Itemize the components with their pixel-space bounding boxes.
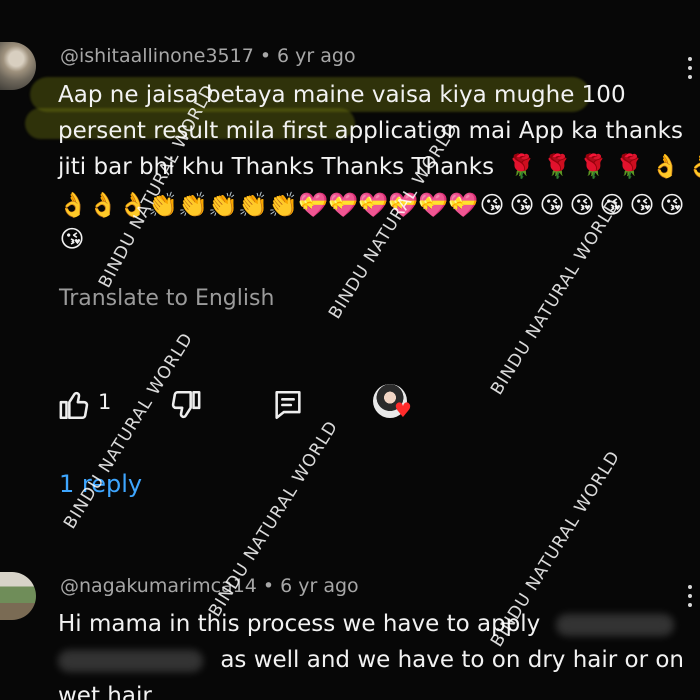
emoji-row: 😘 (58, 224, 86, 254)
comment-text-line: jiti bar bhi khu Thanks Thanks Thanks 🌹 … (58, 150, 700, 184)
emoji: 👏 (178, 191, 208, 219)
comment-text-line: as well and we have to on dry hair or on (58, 643, 684, 677)
watermark: BINDU NATURAL WORLD (60, 329, 198, 533)
emoji: 😘 (479, 191, 505, 219)
more-vertical-icon (688, 585, 692, 589)
emoji: 💝 (358, 191, 388, 219)
emoji: 👏 (148, 191, 178, 219)
emoji: 👏 (208, 191, 238, 219)
emoji-row: 👌 👌 👌 👏 👏 👏 👏 👏 💝 💝 💝 💝 💝 💝 😘 😘 😘 😘 😘 😘 … (58, 190, 686, 220)
youtube-comments-screen: @ishitaallinone3517 • 6 yr ago Aap ne jais… (0, 0, 700, 700)
emoji-ok-hand: 👌 (651, 154, 680, 180)
emoji: 💝 (388, 191, 418, 219)
emoji: 😘 (659, 191, 685, 219)
author-avatar[interactable] (0, 42, 36, 90)
translate-link[interactable]: Translate to English (59, 286, 274, 311)
emoji-ok-hand: 👌 (687, 154, 700, 180)
meta-separator: • (262, 575, 275, 597)
more-vertical-icon (688, 57, 692, 61)
more-vertical-icon (688, 66, 692, 70)
comment-icon (275, 390, 301, 420)
emoji-rose: 🌹 (507, 154, 536, 180)
emoji: 😘 (59, 225, 85, 253)
heart-icon: ♥ (394, 398, 412, 422)
emoji: 👌 (88, 191, 118, 219)
thumb-down-icon (171, 390, 201, 419)
reply-button[interactable] (271, 388, 305, 422)
emoji: 💝 (418, 191, 448, 219)
emoji: 👏 (268, 191, 298, 219)
comment-author[interactable]: @ishitaallinone3517 (60, 45, 254, 67)
view-replies-link[interactable]: 1 reply (59, 470, 142, 498)
blurred-text (58, 649, 203, 672)
author-avatar[interactable] (0, 572, 36, 620)
comment-actions: 1 ♥ (58, 384, 438, 424)
emoji: 😘 (599, 191, 625, 219)
like-count: 1 (98, 390, 112, 414)
more-vertical-icon (688, 603, 692, 607)
more-vertical-icon (688, 594, 692, 598)
more-options-button[interactable] (688, 585, 694, 612)
emoji: 👌 (118, 191, 148, 219)
emoji: 👏 (238, 191, 268, 219)
emoji: 😘 (539, 191, 565, 219)
comment-author[interactable]: @nagakumarimca14 (60, 575, 257, 597)
emoji: 😘 (629, 191, 655, 219)
comment-text: Hi mama in this process we have to apply (58, 611, 541, 637)
comment-meta: @nagakumarimca14 • 6 yr ago (60, 575, 359, 597)
comment-text-line: Hi mama in this process we have to apply (58, 607, 674, 641)
blurred-text (555, 613, 674, 636)
comment-text-line: persent result mila first application ma… (58, 118, 683, 144)
emoji: 💝 (298, 191, 328, 219)
emoji: 💝 (328, 191, 358, 219)
emoji: 😘 (569, 191, 595, 219)
comment-text-line: Aap ne jaisa betaya maine vaisa kiya mug… (58, 82, 626, 108)
thumb-up-icon (59, 391, 89, 420)
emoji-inline: 🌹 🌹 🌹 🌹 👌 👌 (507, 154, 700, 180)
like-button[interactable] (58, 388, 92, 422)
emoji-rose: 🌹 (579, 154, 608, 180)
comment-text-line: wet hair (58, 683, 152, 700)
comment-age: 6 yr ago (280, 575, 359, 597)
comment-text: as well and we have to on dry hair or on (220, 647, 685, 673)
emoji-rose: 🌹 (615, 154, 644, 180)
emoji-rose: 🌹 (543, 154, 572, 180)
comment-meta: @ishitaallinone3517 • 6 yr ago (60, 45, 356, 67)
dislike-button[interactable] (168, 388, 202, 422)
emoji: 💝 (448, 191, 478, 219)
comment-text: jiti bar bhi khu Thanks Thanks Thanks (58, 154, 495, 180)
more-options-button[interactable] (688, 57, 694, 84)
meta-separator: • (259, 45, 272, 67)
more-vertical-icon (688, 75, 692, 79)
watermark: BINDU NATURAL WORLD (487, 195, 625, 399)
emoji: 👌 (58, 191, 88, 219)
emoji: 😘 (509, 191, 535, 219)
comment-age: 6 yr ago (277, 45, 356, 67)
